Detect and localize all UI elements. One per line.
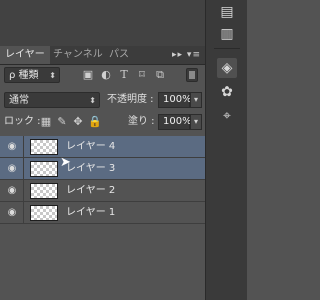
eye-icon[interactable]: ◉ (6, 141, 18, 153)
type-filter-icon[interactable]: T (118, 69, 130, 81)
channels-panel-icon[interactable]: ✿ (217, 82, 237, 102)
history-panel-icon[interactable]: ▥ (217, 24, 237, 44)
opacity-input[interactable]: 100% (158, 92, 192, 108)
info-panel-icon[interactable]: ▤ (217, 2, 237, 22)
panel-tabs: レイヤー チャンネル パス ▸▸ ▾≡ (0, 46, 205, 65)
tab-channels[interactable]: チャンネル (48, 46, 108, 64)
fill-dropdown-button[interactable]: ▾ (190, 114, 202, 130)
lock-label: ロック : (4, 116, 41, 127)
layer-name[interactable]: レイヤー 2 (66, 180, 115, 202)
layer-thumbnail (30, 205, 58, 221)
eye-icon[interactable]: ◉ (6, 185, 18, 197)
lock-row: ロック : ▦ ✎ ✥ 🔒 塗り : 100% ▾ (0, 114, 205, 130)
lock-all-icon[interactable]: 🔒 (88, 114, 102, 130)
fill-input[interactable]: 100% (158, 114, 192, 130)
adjustment-filter-icon[interactable]: ◐ (100, 69, 112, 81)
filter-kind-dropdown[interactable]: ρ 種類 ⬍ (4, 67, 60, 83)
panel-top-area (0, 0, 205, 46)
blend-row: 通常 ⬍ 不透明度 : 100% ▾ (0, 92, 205, 108)
smart-object-filter-icon[interactable]: ⧉ (154, 69, 166, 81)
opacity-dropdown-button[interactable]: ▾ (190, 92, 202, 108)
lock-image-pixels-icon[interactable]: ✎ (56, 114, 68, 130)
layers-panel: レイヤー チャンネル パス ▸▸ ▾≡ ρ 種類 ⬍ ▣ ◐ T ⌑ ⧉ 通常 … (0, 0, 205, 300)
right-dock-bar: ▤ ▥ ◈ ✿ ⌖ (205, 0, 247, 300)
opacity-label: 不透明度 : (107, 94, 154, 105)
layer-thumbnail (30, 139, 58, 155)
layer-row[interactable]: ◉ レイヤー 3 (0, 158, 205, 180)
lock-transparent-pixels-icon[interactable]: ▦ (40, 114, 52, 130)
tab-layers[interactable]: レイヤー (0, 46, 50, 64)
layer-name[interactable]: レイヤー 3 (66, 158, 115, 180)
layer-row[interactable]: ◉ レイヤー 1 (0, 202, 205, 224)
filter-toggle-switch[interactable] (186, 68, 198, 82)
eye-icon[interactable]: ◉ (6, 163, 18, 175)
dock-divider (214, 48, 240, 49)
fill-label: 塗り : (128, 116, 155, 127)
blend-mode-value: 通常 (9, 95, 29, 106)
lock-position-icon[interactable]: ✥ (72, 114, 84, 130)
layers-list: ◉ レイヤー 4 ◉ レイヤー 3 ◉ レイヤー 2 ◉ レイヤー 1 (0, 136, 205, 286)
layers-panel-icon[interactable]: ◈ (217, 58, 237, 78)
mouse-cursor-icon: ➤ (60, 155, 71, 170)
layer-thumbnail (30, 183, 58, 199)
panel-menu-button[interactable]: ▸▸ ▾≡ (172, 46, 201, 64)
filter-kind-label: ρ 種類 (9, 70, 39, 81)
blend-mode-dropdown[interactable]: 通常 ⬍ (4, 92, 100, 108)
layer-name[interactable]: レイヤー 4 (66, 136, 115, 158)
layer-name[interactable]: レイヤー 1 (66, 202, 115, 224)
toggle-knob (189, 71, 195, 79)
eye-icon[interactable]: ◉ (6, 207, 18, 219)
shape-filter-icon[interactable]: ⌑ (136, 69, 148, 81)
layer-thumbnail (30, 161, 58, 177)
layer-row[interactable]: ◉ レイヤー 4 (0, 136, 205, 158)
image-filter-icon[interactable]: ▣ (82, 69, 94, 81)
filter-row: ρ 種類 ⬍ ▣ ◐ T ⌑ ⧉ (0, 66, 205, 83)
updown-arrow-icon: ⬍ (89, 96, 96, 105)
paths-panel-icon[interactable]: ⌖ (217, 106, 237, 126)
updown-arrow-icon: ⬍ (49, 71, 56, 80)
tab-paths[interactable]: パス (104, 46, 134, 64)
layer-row[interactable]: ◉ レイヤー 2 (0, 180, 205, 202)
